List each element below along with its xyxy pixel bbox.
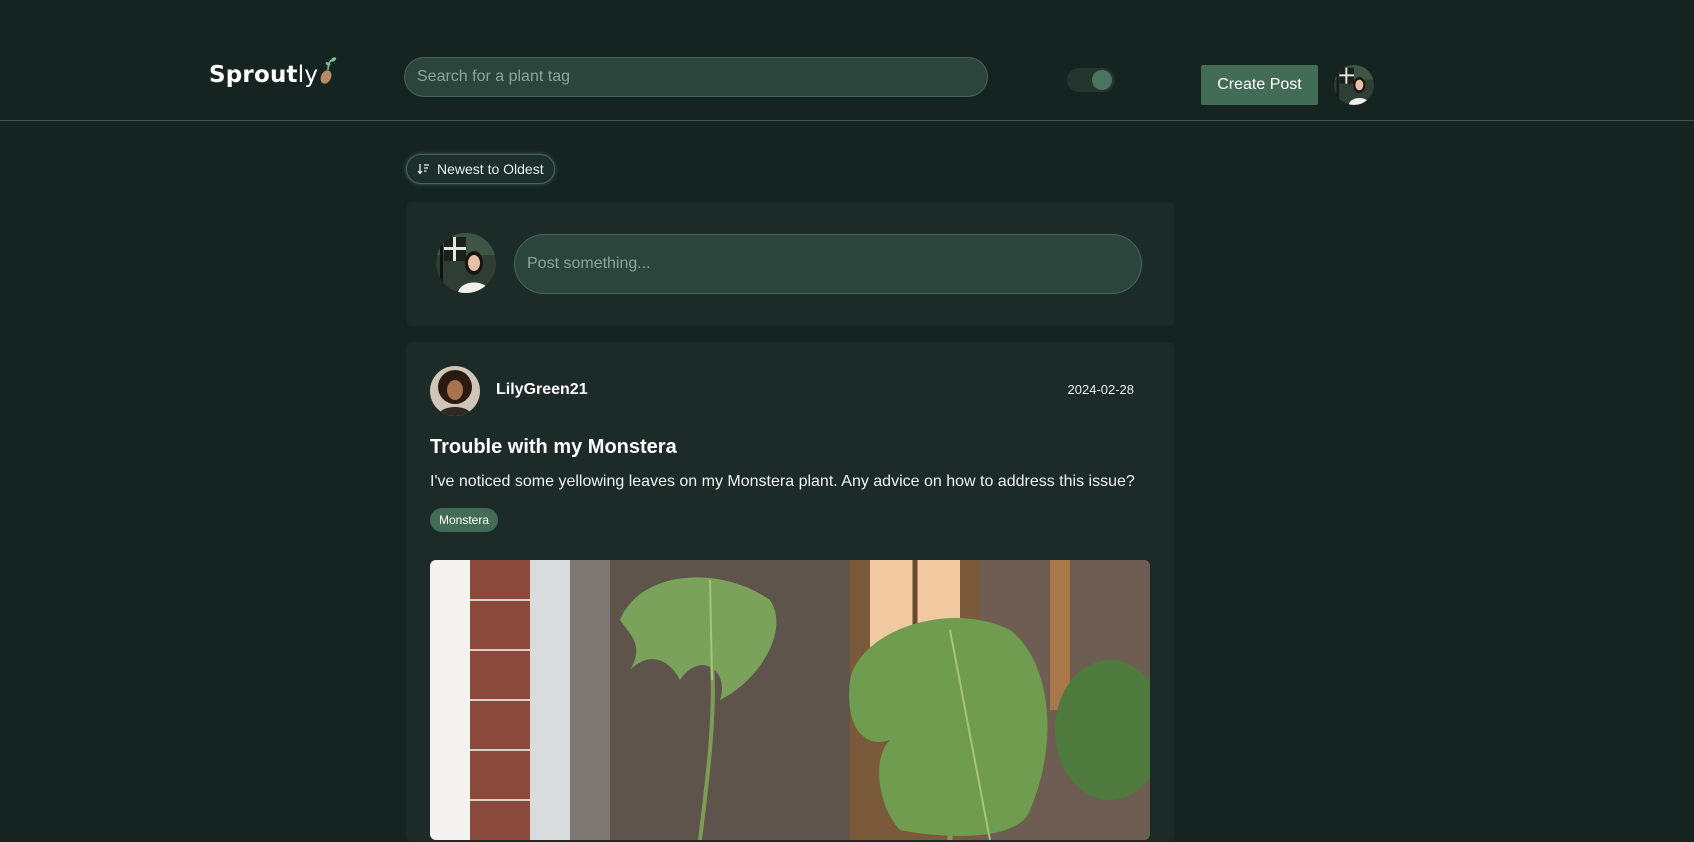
post-composer-card <box>406 202 1174 326</box>
plant-tag-search-input[interactable] <box>404 57 988 97</box>
create-post-button[interactable]: Create Post <box>1201 65 1318 105</box>
user-avatar[interactable] <box>1334 65 1374 105</box>
author-avatar-image <box>430 366 480 416</box>
post-image-monstera <box>430 560 1150 840</box>
logo-text-light: ly <box>297 62 319 88</box>
author-avatar[interactable] <box>430 366 480 416</box>
post-date: 2024-02-28 <box>1067 382 1135 397</box>
post-card: LilyGreen21 2024-02-28 Trouble with my M… <box>406 342 1174 842</box>
user-avatar-image <box>1334 65 1374 105</box>
plant-tag-badge[interactable]: Monstera <box>430 508 499 532</box>
sort-order-button[interactable]: Newest to Oldest <box>406 154 555 184</box>
composer-avatar-image <box>436 233 496 293</box>
logo-text-bold: Sprout <box>209 62 298 88</box>
post-title: Trouble with my Monstera <box>430 436 677 458</box>
composer-user-avatar <box>436 233 496 293</box>
post-author-name[interactable]: LilyGreen21 <box>496 381 588 399</box>
sprout-seed-icon <box>320 57 337 84</box>
toggle-knob <box>1092 70 1112 90</box>
sort-order-label: Newest to Oldest <box>437 161 544 177</box>
post-something-input[interactable] <box>514 234 1142 294</box>
sproutly-logo[interactable]: Sprout ly <box>209 56 337 88</box>
post-body-text: I've noticed some yellowing leaves on my… <box>430 473 1135 490</box>
monstera-photo <box>430 560 1150 840</box>
sort-descending-icon <box>417 164 429 175</box>
top-navigation-bar: Sproutly Create Post <box>0 0 1694 121</box>
theme-toggle-switch[interactable] <box>1067 68 1115 92</box>
